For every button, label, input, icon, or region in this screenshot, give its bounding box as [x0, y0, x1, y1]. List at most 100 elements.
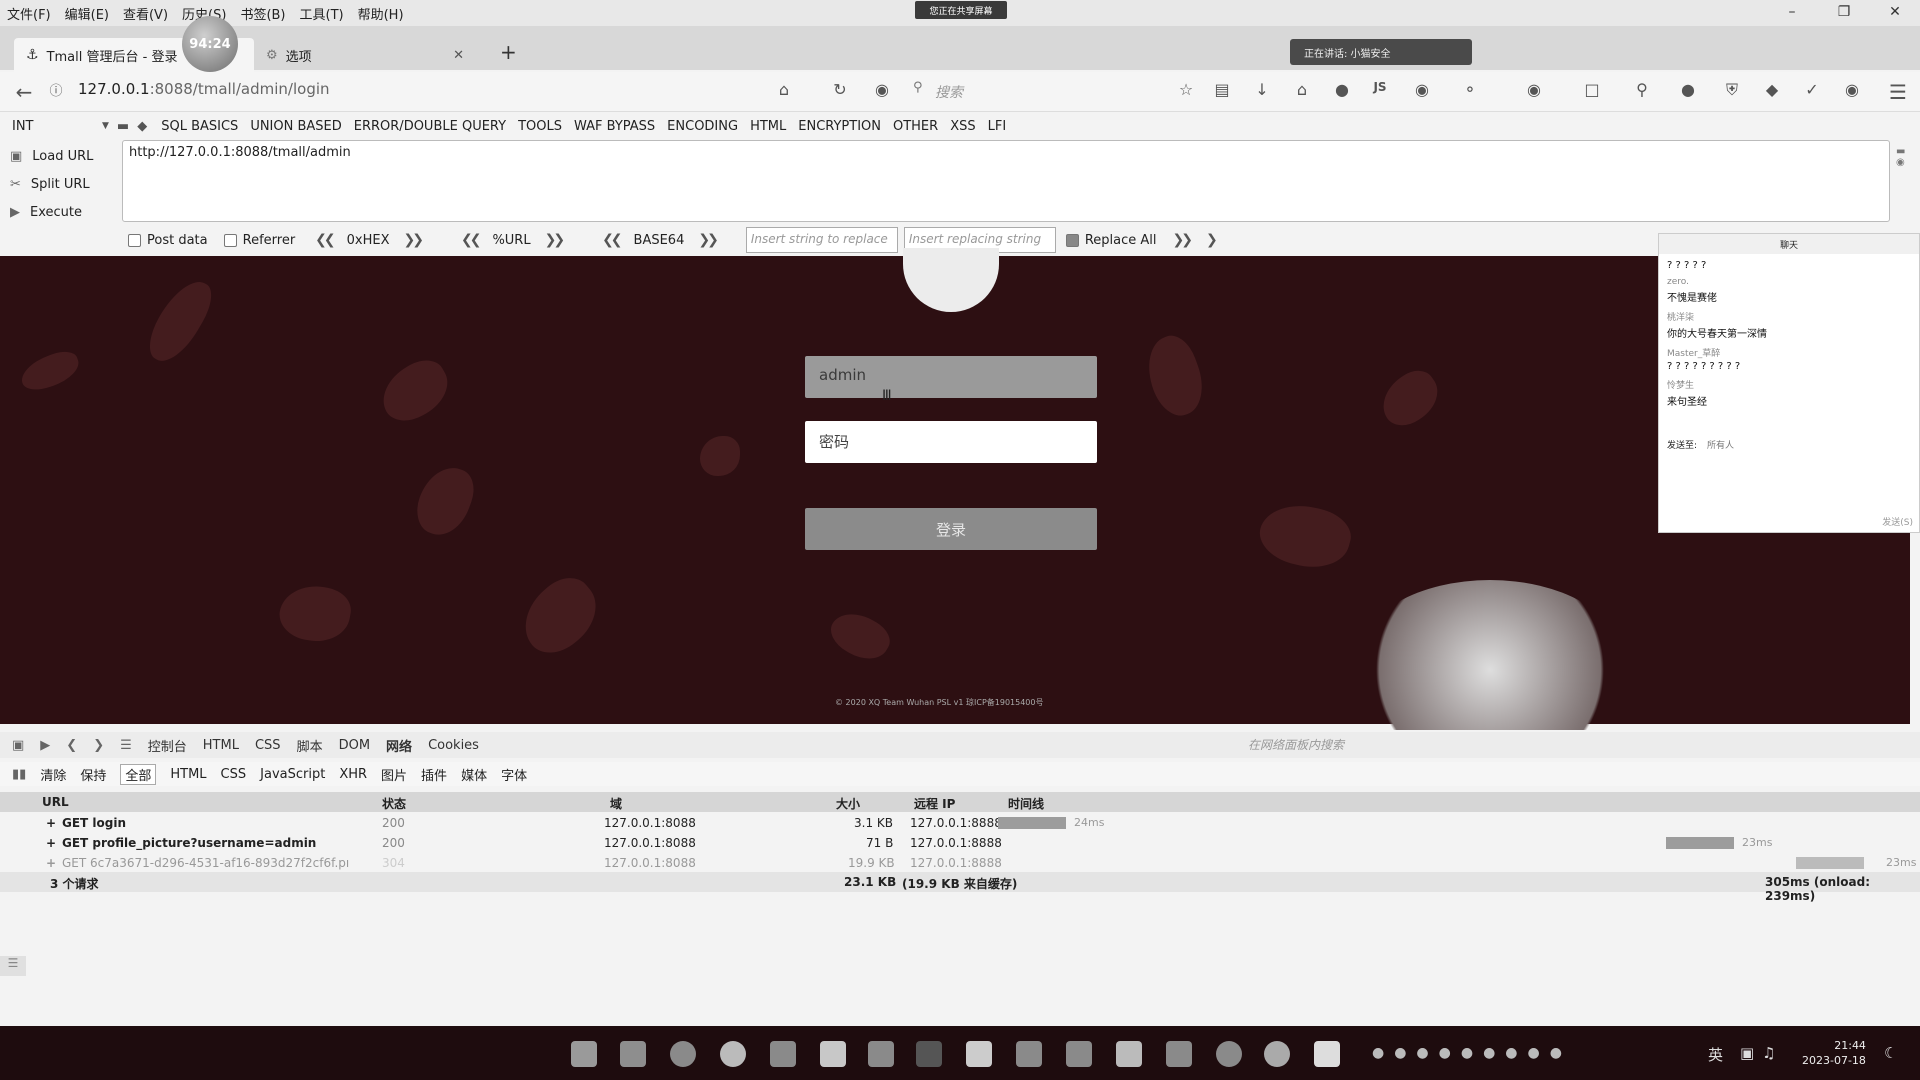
column-size[interactable]: 大小 [836, 795, 860, 812]
filter-js[interactable]: JavaScript [260, 767, 325, 782]
extension-icon[interactable]: □ [1580, 80, 1604, 104]
home-button-icon[interactable]: ⌂ [1290, 80, 1314, 104]
restore-button[interactable]: ❐ [1829, 4, 1859, 22]
menu-error-double-query[interactable]: ERROR/DOUBLE QUERY [354, 119, 506, 134]
replace-all-checkbox[interactable] [1065, 233, 1079, 247]
extension-icon[interactable]: ◉ [1840, 80, 1864, 104]
network-search-input[interactable]: 在网络面板内搜索 [1248, 736, 1344, 753]
js-toggle-icon[interactable]: JS [1368, 80, 1392, 104]
bookmark-star-icon[interactable]: ☆ [1174, 80, 1198, 104]
send-to-select[interactable]: 所有人 [1707, 438, 1734, 451]
firefox-icon[interactable] [1264, 1041, 1290, 1067]
tab-console[interactable]: 控制台 [148, 736, 187, 755]
filter-xhr[interactable]: XHR [339, 767, 367, 782]
menu-file[interactable]: 文件(F) [0, 4, 58, 23]
execute-button[interactable]: ▶ Execute [10, 198, 120, 226]
new-tab-button[interactable]: + [500, 40, 517, 64]
menu-view[interactable]: 查看(V) [116, 4, 175, 23]
filter-css[interactable]: CSS [221, 767, 247, 782]
extension-icon[interactable]: ◉ [1410, 80, 1434, 104]
download-icon[interactable]: ↓ [1250, 80, 1274, 104]
tab-script[interactable]: 脚本 [297, 736, 323, 755]
app-icon[interactable] [770, 1041, 796, 1067]
table-row[interactable]: + GET profile_picture?username=admin 200… [0, 833, 1920, 853]
table-row[interactable]: + GET login 200 127.0.0.1:8088 3.1 KB 12… [0, 813, 1920, 833]
split-url-button[interactable]: ✂ Split URL [10, 170, 120, 198]
menu-edit[interactable]: 编辑(E) [58, 4, 116, 23]
filter-plugins[interactable]: 插件 [421, 765, 447, 784]
hex-encode-icon[interactable]: ❯❯ [404, 232, 425, 248]
minus-icon[interactable]: ▬ [117, 119, 129, 134]
menu-lfi[interactable]: LFI [988, 119, 1007, 134]
chrome-icon[interactable] [720, 1041, 746, 1067]
tab-network[interactable]: 网络 [386, 736, 412, 755]
app-icon[interactable] [966, 1041, 992, 1067]
menu-union-based[interactable]: UNION BASED [250, 119, 341, 134]
back-icon[interactable]: ❮ [66, 738, 77, 753]
extension-icon[interactable]: ⚬ [1458, 80, 1482, 104]
start-icon[interactable] [571, 1041, 597, 1067]
ime-indicator[interactable]: 英 [1708, 1044, 1723, 1065]
edge-icon[interactable] [670, 1041, 696, 1067]
menu-waf-bypass[interactable]: WAF BYPASS [574, 119, 655, 134]
menu-html[interactable]: HTML [750, 119, 786, 134]
home-icon[interactable]: ⌂ [772, 80, 796, 104]
forward-icon[interactable]: ❯ [93, 738, 104, 753]
app-icon[interactable] [1066, 1041, 1092, 1067]
login-button[interactable]: 登录 [805, 508, 1097, 550]
column-domain[interactable]: 域 [610, 795, 622, 812]
filter-media[interactable]: 媒体 [461, 765, 487, 784]
persist-button[interactable]: 保持 [80, 765, 106, 784]
extension-icon[interactable]: ◆ [1760, 80, 1784, 104]
tab-html[interactable]: HTML [203, 738, 239, 753]
app-icon[interactable] [868, 1041, 894, 1067]
inspect-icon[interactable]: ▣ [12, 738, 24, 753]
hex-decode-icon[interactable]: ❮❮ [315, 232, 336, 248]
adblock-icon[interactable]: ● [1676, 80, 1700, 104]
extension-icon[interactable]: ✓ [1800, 80, 1824, 104]
collapse-icon[interactable]: ▬ ◉ [1896, 146, 1905, 168]
menu-xss[interactable]: XSS [950, 119, 975, 134]
app-icon[interactable] [1314, 1041, 1340, 1067]
menu-encryption[interactable]: ENCRYPTION [798, 119, 881, 134]
table-row[interactable]: + GET 6c7a3671-d296-4531-af16-893d27f2cf… [0, 853, 1920, 873]
menu-tools[interactable]: TOOLS [518, 119, 562, 134]
tab-dom[interactable]: DOM [339, 738, 370, 753]
url-encode-icon[interactable]: ❯❯ [545, 232, 566, 248]
replace-back-icon[interactable]: ❯ [1206, 232, 1218, 248]
minimize-button[interactable]: – [1777, 4, 1807, 22]
column-timeline[interactable]: 时间线 [1008, 795, 1044, 812]
url-decode-icon[interactable]: ❮❮ [461, 232, 482, 248]
zoom-icon[interactable]: ⚲ [1630, 80, 1654, 104]
search-input[interactable]: 搜索 [935, 82, 963, 102]
close-window-button[interactable]: ✕ [1880, 4, 1910, 22]
replace-right-icon[interactable]: ❯❯ [1173, 232, 1194, 248]
globe-icon[interactable]: ◉ [870, 80, 894, 104]
int-select[interactable]: INT [12, 119, 102, 134]
close-tab-icon[interactable]: ✕ [453, 48, 464, 63]
notification-icon[interactable]: ☾ [1884, 1044, 1897, 1062]
base64-encode-icon[interactable]: ❯❯ [698, 232, 719, 248]
tab-css[interactable]: CSS [255, 738, 281, 753]
terminal-icon[interactable] [916, 1041, 942, 1067]
extension-icon[interactable]: ● [1330, 80, 1354, 104]
column-remote-ip[interactable]: 远程 IP [914, 795, 955, 812]
system-icons[interactable]: ▣♫ [1740, 1044, 1784, 1062]
app-icon[interactable] [1216, 1041, 1242, 1067]
send-button[interactable]: 发送(S) [1882, 515, 1913, 528]
clear-button[interactable]: 清除 [40, 765, 66, 784]
post-data-checkbox[interactable] [128, 233, 141, 247]
tab-cookies[interactable]: Cookies [428, 738, 479, 753]
column-status[interactable]: 状态 [382, 795, 406, 812]
base64-decode-icon[interactable]: ❮❮ [602, 232, 623, 248]
app-icon[interactable] [820, 1041, 846, 1067]
filter-all[interactable]: 全部 [120, 763, 157, 785]
referrer-checkbox[interactable] [223, 233, 237, 247]
taskbar-clock[interactable]: 21:44 2023-07-18 [1802, 1038, 1866, 1068]
address-bar[interactable]: 127.0.0.1:8088/tmall/admin/login [78, 80, 330, 98]
menu-other[interactable]: OTHER [893, 119, 938, 134]
load-url-button[interactable]: ▣ Load URL [10, 142, 120, 170]
app-icon[interactable] [1016, 1041, 1042, 1067]
extension-icon[interactable]: ◉ [1522, 80, 1546, 104]
command-line-icon[interactable]: ☰ [0, 956, 26, 976]
